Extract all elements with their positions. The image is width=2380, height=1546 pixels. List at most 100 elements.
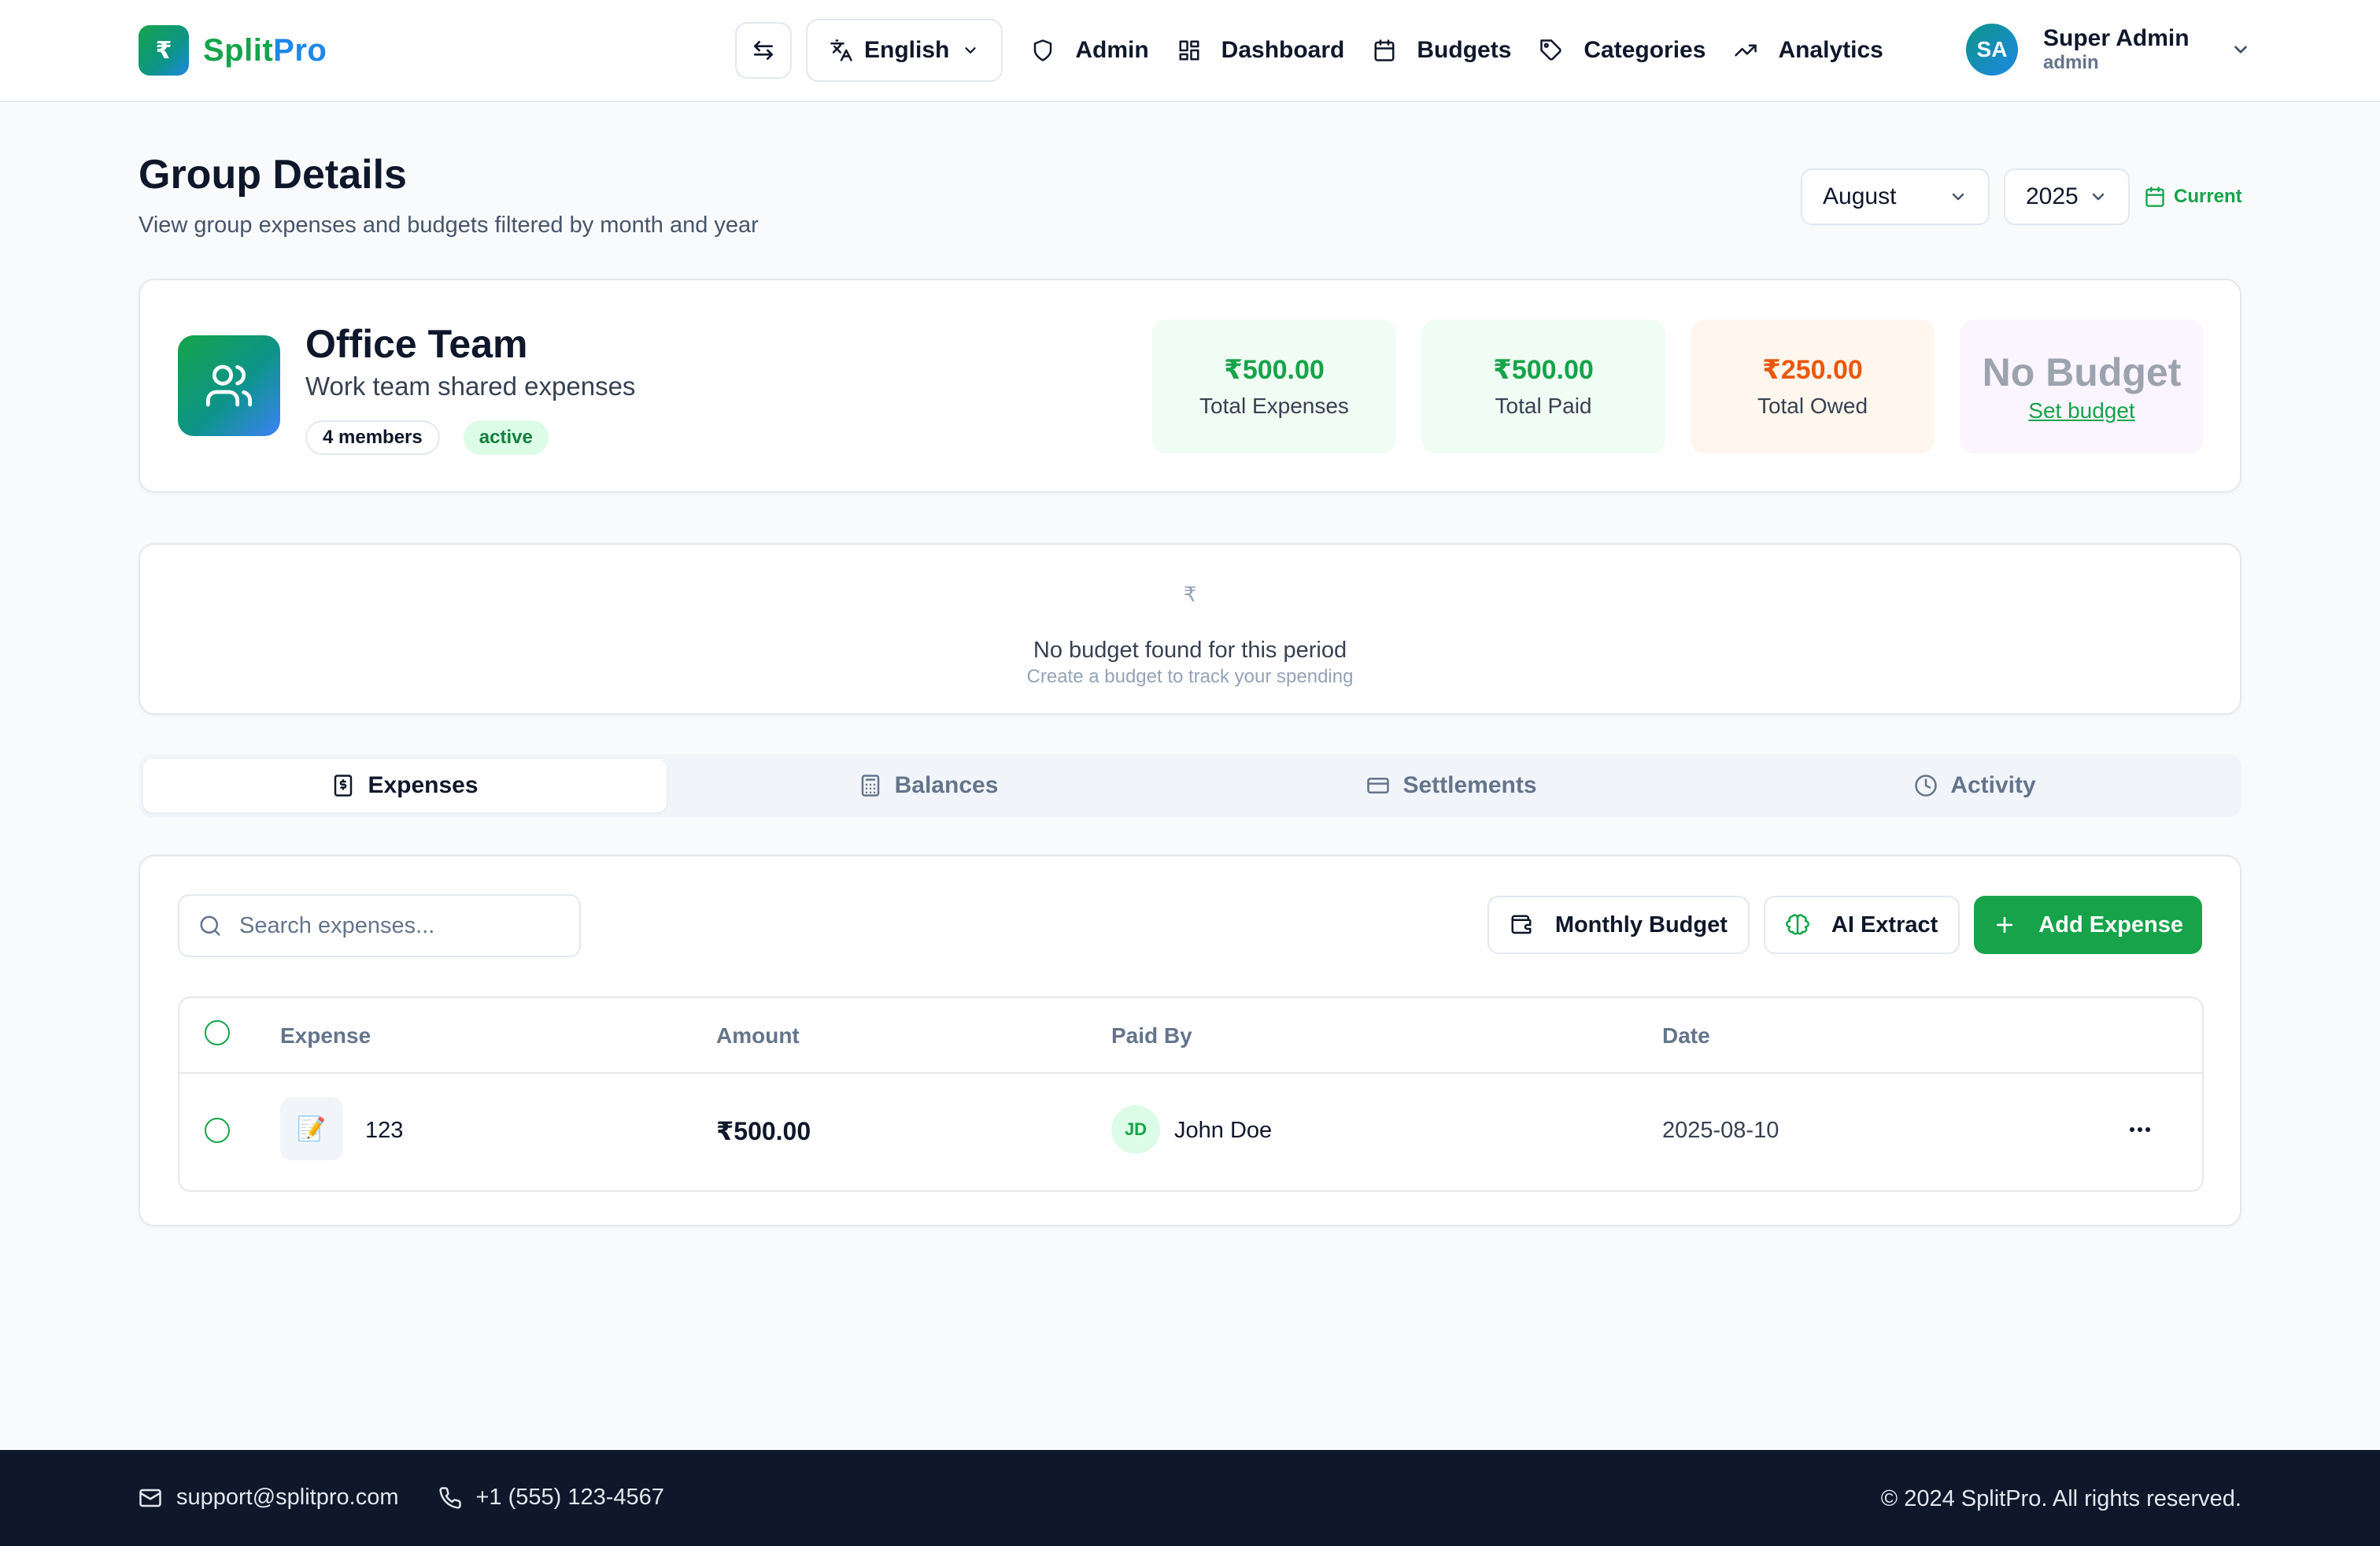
month-value: August — [1823, 183, 1897, 209]
support-email: support@splitpro.com — [176, 1485, 399, 1510]
add-expense-label: Add Expense — [2038, 912, 2183, 938]
monthly-budget-button[interactable]: Monthly Budget — [1487, 896, 1750, 954]
nav-budgets[interactable]: Budgets — [1373, 37, 1511, 64]
column-amount: Amount — [716, 1023, 800, 1048]
main-nav: English Admin Dashboard Budgets Categori… — [735, 19, 1883, 82]
tab-settlements[interactable]: Settlements — [1190, 759, 1713, 812]
translate-icon — [830, 39, 852, 61]
arrows-swap-icon — [754, 41, 773, 60]
year-select[interactable]: 2025 — [2004, 168, 2130, 225]
expense-actions: Monthly Budget AI Extract Add Expense — [1473, 896, 2202, 954]
user-avatar: SA — [1966, 24, 2018, 76]
user-name: Super Admin — [2043, 24, 2190, 51]
footer: support@splitpro.com +1 (555) 123-4567 ©… — [0, 1450, 2380, 1546]
tab-expenses-label: Expenses — [368, 772, 479, 798]
budget-empty-state: ₹ No budget found for this period Create… — [139, 543, 2241, 715]
brand-name-first: Split — [203, 32, 274, 68]
payer-avatar: JD — [1111, 1105, 1160, 1154]
user-menu[interactable]: SA Super Admin admin — [1966, 24, 2251, 76]
nav-budgets-label: Budgets — [1417, 37, 1512, 63]
language-label: English — [864, 37, 950, 63]
total-expenses-stat: ₹500.00 Total Expenses — [1152, 320, 1396, 453]
group-icon — [178, 335, 280, 436]
table-row[interactable]: 📝 123 ₹500.00 JD John Doe 2025-08-10 — [179, 1074, 2202, 1190]
support-email-link[interactable]: support@splitpro.com — [139, 1485, 399, 1511]
phone-icon — [438, 1486, 461, 1509]
expenses-table: Expense Amount Paid By Date 📝 123 ₹500.0… — [178, 997, 2204, 1192]
add-expense-button[interactable]: Add Expense — [1974, 896, 2202, 954]
set-budget-link[interactable]: Set budget — [2028, 398, 2134, 423]
page-title: Group Details — [139, 152, 407, 198]
nav-analytics-label: Analytics — [1778, 37, 1883, 63]
dashboard-grid-icon — [1179, 40, 1199, 61]
brain-icon — [1785, 914, 1809, 935]
select-all-radio[interactable] — [205, 1020, 230, 1045]
brand-link[interactable]: ₹ SplitPro — [139, 25, 327, 76]
total-expenses-value: ₹500.00 — [1224, 355, 1325, 385]
nav-admin[interactable]: Admin — [1031, 37, 1149, 64]
month-select[interactable]: August — [1801, 168, 1990, 225]
total-owed-stat: ₹250.00 Total Owed — [1691, 320, 1935, 453]
users-icon — [205, 364, 253, 407]
plus-icon — [1997, 916, 2013, 934]
mail-icon — [139, 1489, 161, 1507]
nav-admin-label: Admin — [1075, 37, 1149, 63]
credit-card-icon — [1367, 778, 1390, 793]
total-paid-value: ₹500.00 — [1493, 355, 1594, 385]
nav-categories[interactable]: Categories — [1539, 37, 1706, 64]
search-icon — [200, 915, 220, 936]
tab-activity-label: Activity — [1950, 772, 2036, 798]
calculator-icon — [861, 775, 879, 797]
more-options-icon[interactable] — [2128, 1127, 2152, 1132]
expense-name: 123 — [365, 1118, 404, 1143]
brand-name-second: Pro — [273, 32, 327, 68]
support-phone: +1 (555) 123-4567 — [475, 1485, 664, 1510]
swap-toggle-button[interactable] — [735, 22, 792, 79]
user-role: admin — [2043, 52, 2099, 74]
tab-expenses[interactable]: Expenses — [143, 759, 667, 812]
ai-extract-button[interactable]: AI Extract — [1763, 896, 1961, 954]
total-expenses-label: Total Expenses — [1199, 394, 1349, 418]
group-name: Office Team — [305, 322, 528, 366]
year-value: 2025 — [2026, 183, 2079, 209]
tab-balances-label: Balances — [894, 772, 999, 798]
row-select-radio[interactable] — [205, 1118, 230, 1143]
budget-status-value: No Budget — [1982, 350, 2182, 394]
group-badges: 4 members active — [305, 420, 549, 455]
tag-icon — [1540, 39, 1562, 61]
nav-dashboard-label: Dashboard — [1221, 37, 1345, 63]
top-navbar: ₹ SplitPro English Admin Dashboard Budge… — [0, 0, 2380, 102]
current-period-label: Current — [2174, 186, 2242, 207]
brand-logo-icon: ₹ — [139, 25, 189, 76]
nav-dashboard[interactable]: Dashboard — [1177, 37, 1345, 64]
calendar-icon — [2145, 187, 2164, 207]
footer-contact: support@splitpro.com +1 (555) 123-4567 — [139, 1485, 704, 1511]
search-field — [178, 894, 581, 957]
nav-analytics[interactable]: Analytics — [1734, 37, 1883, 64]
tab-balances[interactable]: Balances — [667, 759, 1190, 812]
tab-activity[interactable]: Activity — [1713, 759, 2237, 812]
payer-name: John Doe — [1174, 1118, 1273, 1143]
period-filters: August 2025 Current — [1801, 168, 2242, 225]
current-period-button[interactable]: Current — [2144, 186, 2242, 208]
expenses-panel: Monthly Budget AI Extract Add Expense Ex… — [139, 855, 2241, 1226]
members-badge: 4 members — [305, 420, 440, 455]
language-select[interactable]: English — [806, 19, 1003, 82]
expense-category-icon: 📝 — [280, 1097, 343, 1160]
trending-up-icon — [1735, 44, 1757, 57]
column-expense: Expense — [280, 1023, 371, 1048]
total-paid-label: Total Paid — [1495, 394, 1592, 418]
search-input[interactable] — [239, 912, 554, 939]
tab-settlements-label: Settlements — [1402, 772, 1537, 798]
total-owed-value: ₹250.00 — [1762, 355, 1863, 385]
clock-icon — [1915, 775, 1938, 797]
brand-name: SplitPro — [203, 33, 327, 68]
total-owed-label: Total Owed — [1757, 394, 1868, 418]
user-info: Super Admin admin — [2043, 25, 2190, 74]
nav-categories-label: Categories — [1584, 37, 1706, 63]
empty-state-hint: Create a budget to track your spending — [1026, 666, 1354, 687]
empty-state-title: No budget found for this period — [1033, 638, 1347, 663]
ai-extract-label: AI Extract — [1831, 912, 1938, 938]
chevron-down-icon — [965, 47, 976, 54]
support-phone-link[interactable]: +1 (555) 123-4567 — [438, 1485, 664, 1511]
